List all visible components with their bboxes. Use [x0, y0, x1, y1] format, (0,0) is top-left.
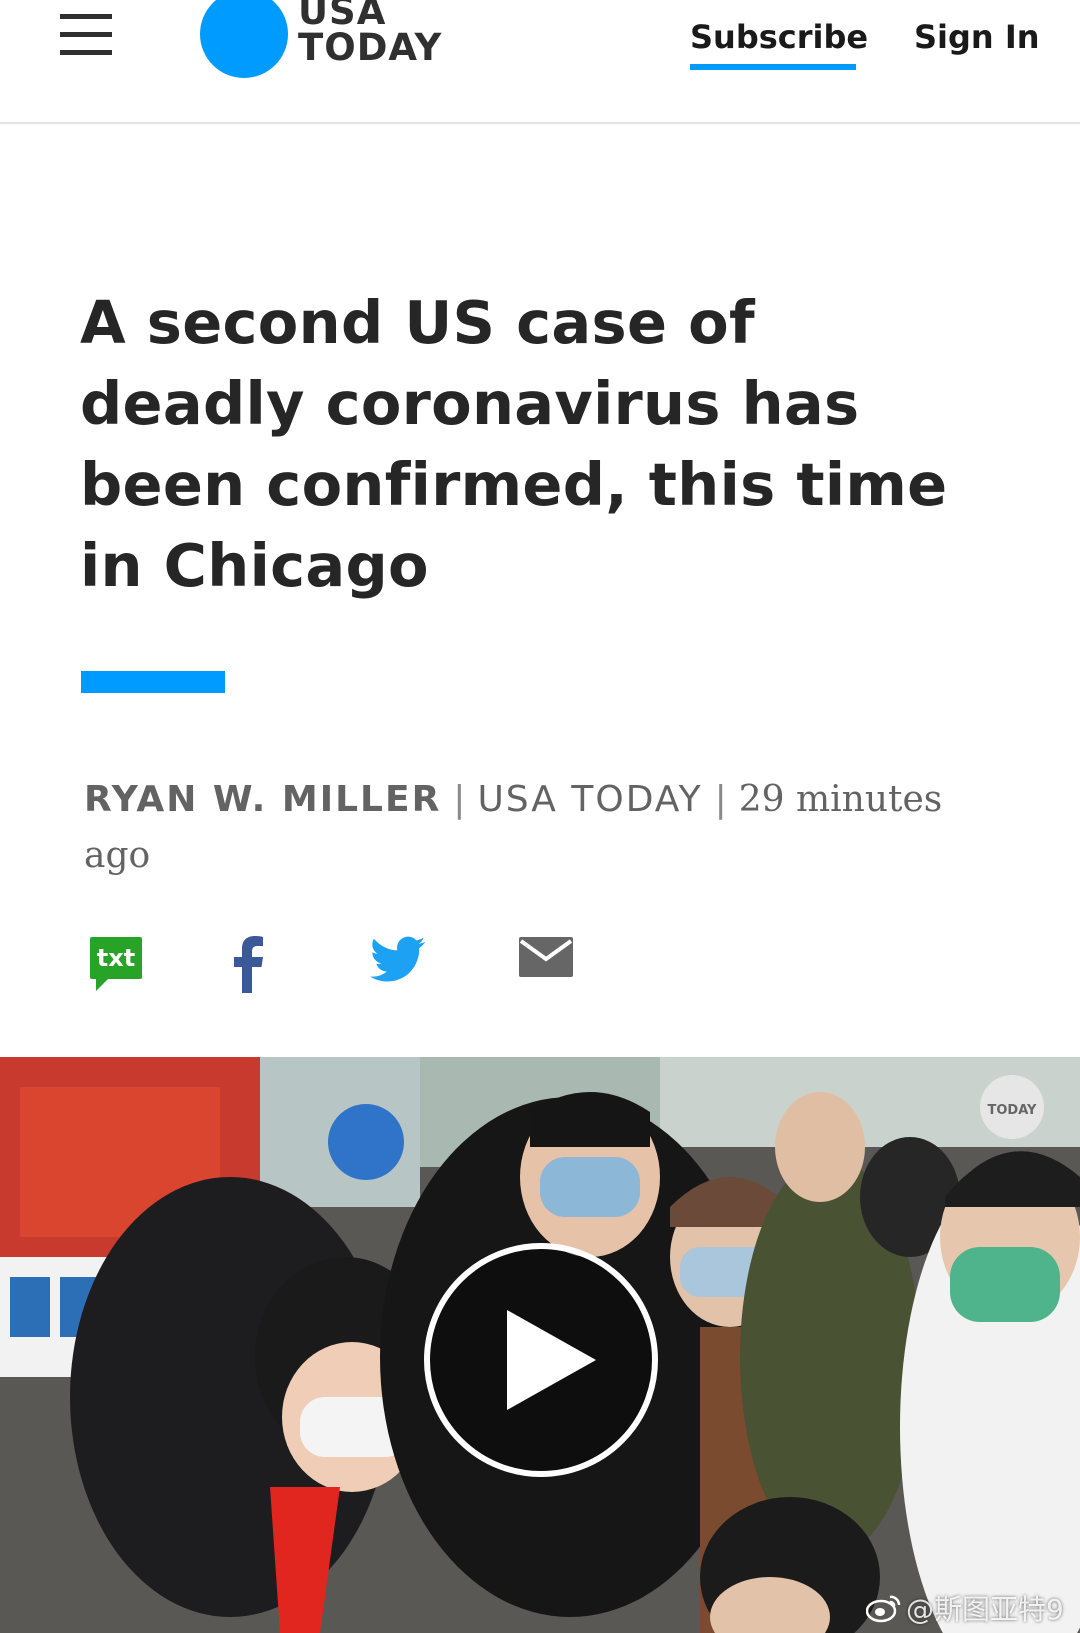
- byline-author[interactable]: RYAN W. MILLER: [84, 779, 441, 820]
- weibo-watermark: @斯图亚特9: [865, 1588, 1064, 1630]
- subscribe-link[interactable]: Subscribe: [690, 18, 868, 56]
- headline-accent-bar: [81, 671, 225, 693]
- usa-today-logo-text[interactable]: USA TODAY: [298, 0, 442, 66]
- facebook-icon[interactable]: [230, 935, 270, 995]
- site-header: USA TODAY Subscribe Sign In: [0, 0, 1080, 124]
- byline-separator: |: [453, 779, 466, 820]
- subscribe-underline: [690, 64, 856, 70]
- usa-today-logo-circle[interactable]: [200, 0, 288, 78]
- article-headline: A second US case of deadly coronavirus h…: [80, 288, 948, 600]
- sms-share-icon[interactable]: txt: [88, 935, 144, 995]
- byline-separator: |: [714, 779, 727, 820]
- sms-share-label: txt: [97, 944, 135, 972]
- video-play-button[interactable]: [421, 1240, 661, 1480]
- weibo-icon: [865, 1593, 902, 1630]
- article-byline: RYAN W. MILLER | USA TODAY | 29 minutes ago: [84, 772, 984, 884]
- video-overlay-logo: TODAY: [988, 1103, 1038, 1118]
- hamburger-menu-icon[interactable]: [60, 14, 112, 56]
- logo-line-today: TODAY: [298, 26, 443, 69]
- watermark-text: @斯图亚特9: [906, 1593, 1064, 1626]
- sign-in-link[interactable]: Sign In: [914, 18, 1040, 56]
- twitter-icon[interactable]: [370, 935, 426, 995]
- byline-source: USA TODAY: [477, 779, 703, 820]
- email-icon[interactable]: [518, 935, 574, 995]
